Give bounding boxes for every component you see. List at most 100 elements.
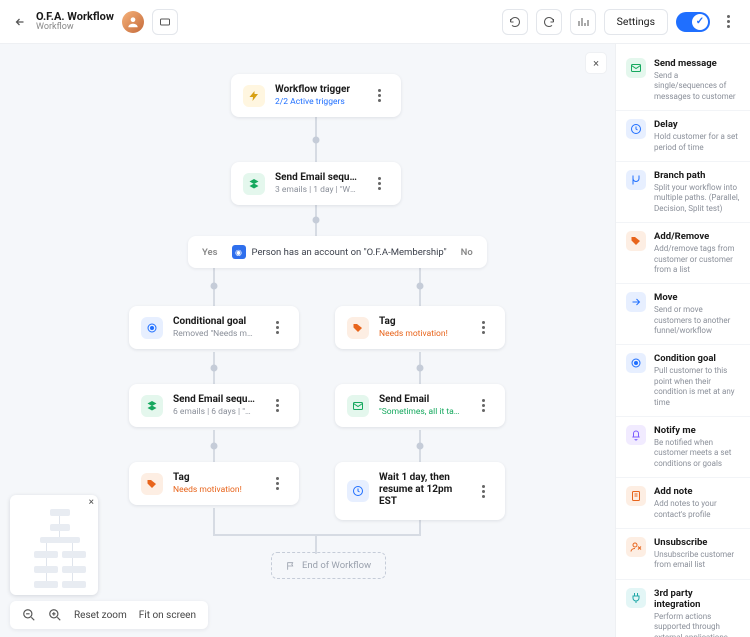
settings-button[interactable]: Settings: [604, 9, 668, 35]
sidebar-item-desc: Unsubscribe customer from email list: [654, 550, 740, 571]
bell-icon: [626, 425, 646, 445]
sidebar-item-title: Condition goal: [654, 353, 740, 364]
cond-yes: Yes: [202, 247, 218, 258]
avatar[interactable]: [122, 11, 144, 33]
channel-icon[interactable]: [152, 9, 178, 35]
sidebar-item-desc: Add notes to your contact's profile: [654, 499, 740, 520]
sidebar-item-title: Notify me: [654, 425, 740, 436]
sidebar-item-desc: Hold customer for a set period of time: [654, 132, 740, 153]
sidebar-item-title: Delay: [654, 119, 740, 130]
node-title: Send Email sequence: [275, 172, 359, 183]
move-icon: [626, 292, 646, 312]
mail-icon: [347, 395, 369, 417]
reset-zoom-button[interactable]: Reset zoom: [74, 610, 127, 621]
node-sequence-1[interactable]: Send Email sequence 3 emails | 1 day | "W…: [231, 162, 401, 205]
node-send-email[interactable]: Send Email "Sometimes, all it takes is a …: [335, 384, 505, 427]
node-menu[interactable]: [473, 321, 493, 334]
sidebar-item-3rd-party-integration[interactable]: 3rd party integrationPerform actions sup…: [616, 580, 750, 637]
node-menu[interactable]: [369, 177, 389, 190]
node-title: Workflow trigger: [275, 84, 359, 95]
tag-icon: [141, 473, 163, 495]
fit-screen-button[interactable]: Fit on screen: [139, 610, 196, 621]
sidebar-item-desc: Add/remove tags from customer or custome…: [654, 244, 740, 275]
tag-icon: [347, 317, 369, 339]
stats-button[interactable]: [570, 9, 596, 35]
sidebar-item-move[interactable]: Move Send or move customers to another fu…: [616, 284, 750, 345]
node-tag-1[interactable]: Tag Needs motivation!: [335, 306, 505, 349]
node-title: Wait 1 day, then resume at 12pm EST: [379, 472, 463, 508]
sidebar-item-desc: Pull customer to this point when their c…: [654, 366, 740, 408]
node-sub: Needs motivation!: [173, 485, 257, 495]
send-icon: [626, 58, 646, 78]
bolt-icon: [243, 85, 265, 107]
close-panel-icon[interactable]: ×: [585, 52, 607, 74]
redo-button[interactable]: [536, 9, 562, 35]
note-icon: [626, 486, 646, 506]
sidebar-item-unsubscribe[interactable]: Unsubscribe Unsubscribe customer from ema…: [616, 529, 750, 580]
sidebar-item-title: Add/Remove: [654, 231, 740, 242]
node-menu[interactable]: [267, 477, 287, 490]
node-trigger[interactable]: Workflow trigger 2/2 Active triggers: [231, 74, 401, 117]
page-title: O.F.A. Workflow: [36, 11, 114, 23]
sidebar-item-add-remove[interactable]: Add/Remove Add/remove tags from customer …: [616, 223, 750, 284]
sidebar-item-title: Send message: [654, 58, 740, 69]
node-title: Tag: [379, 316, 463, 327]
node-sub: 2/2 Active triggers: [275, 97, 359, 107]
unsub-icon: [626, 537, 646, 557]
node-wait[interactable]: Wait 1 day, then resume at 12pm EST: [335, 462, 505, 520]
node-menu[interactable]: [473, 399, 493, 412]
zoom-out-icon[interactable]: [22, 608, 36, 622]
node-sub: Needs motivation!: [379, 329, 463, 339]
back-icon[interactable]: [12, 14, 28, 30]
node-title: Conditional goal: [173, 316, 257, 327]
node-menu[interactable]: [267, 321, 287, 334]
sidebar-item-add-note[interactable]: Add note Add notes to your contact's prof…: [616, 478, 750, 529]
active-toggle[interactable]: [676, 12, 710, 32]
page-subtitle: Workflow: [36, 23, 114, 33]
sidebar-item-desc: Send or move customers to another funnel…: [654, 305, 740, 336]
node-conditional-goal[interactable]: Conditional goal Removed "Needs motivatio…: [129, 306, 299, 349]
overflow-menu[interactable]: [718, 15, 738, 28]
sidebar-item-title: Move: [654, 292, 740, 303]
node-condition[interactable]: Yes ◉ Person has an account on "O.F.A-Mem…: [188, 236, 487, 268]
stack-icon: [141, 395, 163, 417]
sidebar-item-title: Unsubscribe: [654, 537, 740, 548]
sidebar-item-notify-me[interactable]: Notify meBe notified when customer meets…: [616, 417, 750, 478]
node-sub: Removed "Needs motivation!" tag: [173, 329, 257, 339]
node-title: Send Email: [379, 394, 463, 405]
flag-icon: [286, 561, 296, 571]
sidebar-item-title: Add note: [654, 486, 740, 497]
node-sub: 3 emails | 1 day | "Welcome to O…": [275, 185, 359, 195]
plug-icon: [626, 588, 646, 608]
tag-icon: [626, 231, 646, 251]
sidebar-item-desc: Split your workflow into multiple paths.…: [654, 183, 740, 214]
main: × Workflow trigger 2/2 Active triggers: [0, 44, 750, 637]
node-sub: 6 emails | 6 days | "Welcome to O…": [173, 407, 257, 417]
sidebar-item-title: Branch path: [654, 170, 740, 181]
node-menu[interactable]: [473, 485, 493, 498]
end-of-workflow: End of Workflow: [271, 552, 386, 579]
branch-icon: [626, 170, 646, 190]
person-icon: ◉: [232, 245, 246, 259]
clock-icon: [347, 480, 369, 502]
goal-icon: [626, 353, 646, 373]
title-block: O.F.A. Workflow Workflow: [36, 11, 114, 33]
sidebar-item-send-message[interactable]: Send messageSend a single/sequences of m…: [616, 50, 750, 111]
node-menu[interactable]: [267, 399, 287, 412]
zoom-in-icon[interactable]: [48, 608, 62, 622]
sidebar-item-title: 3rd party integration: [654, 588, 740, 610]
node-sub: "Sometimes, all it takes is a first s…": [379, 407, 463, 417]
sidebar-item-branch-path[interactable]: Branch path Split your workflow into mult…: [616, 162, 750, 223]
sidebar-item-condition-goal[interactable]: Condition goal Pull customer to this poin…: [616, 345, 750, 417]
sidebar-item-delay[interactable]: Delay Hold customer for a set period of t…: [616, 111, 750, 162]
minimap[interactable]: ×: [10, 495, 98, 595]
node-menu[interactable]: [369, 89, 389, 102]
node-title: Send Email sequence: [173, 394, 257, 405]
clock-icon: [626, 119, 646, 139]
node-sequence-2[interactable]: Send Email sequence 6 emails | 6 days | "…: [129, 384, 299, 427]
canvas[interactable]: × Workflow trigger 2/2 Active triggers: [0, 44, 615, 637]
zoom-controls: Reset zoom Fit on screen: [10, 601, 208, 629]
node-tag-2[interactable]: TagNeeds motivation!: [129, 462, 299, 505]
cond-text: Person has an account on "O.F.A-Membersh…: [252, 247, 447, 258]
undo-button[interactable]: [502, 9, 528, 35]
